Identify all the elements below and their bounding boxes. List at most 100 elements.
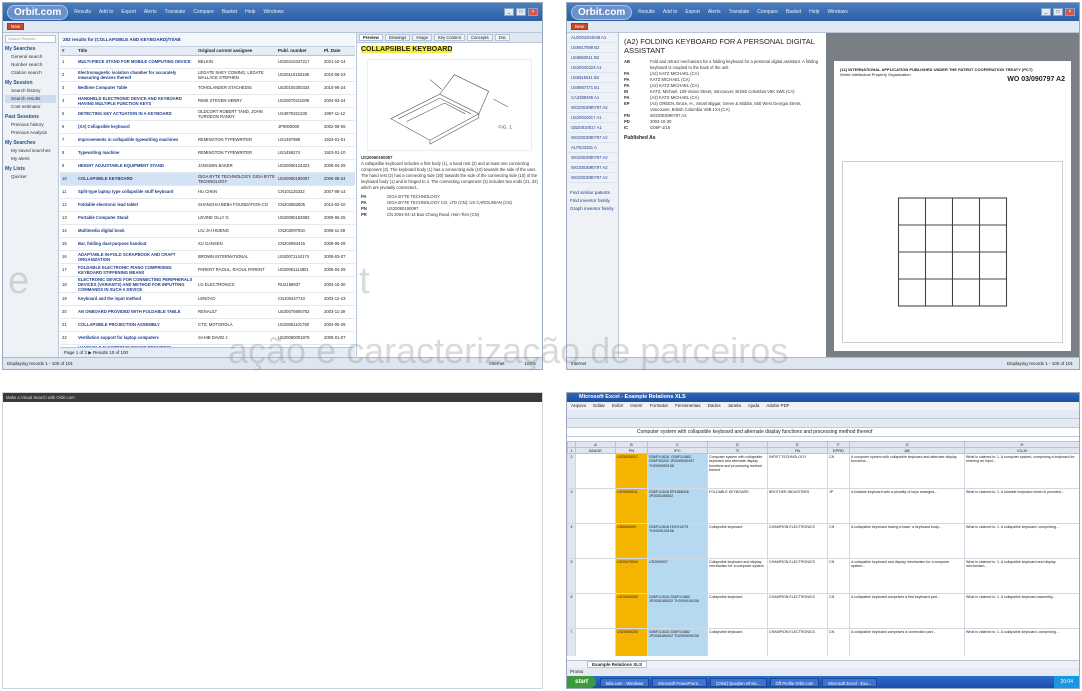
family-member[interactable]: US6853511 B2 <box>567 53 618 63</box>
assignee-cell[interactable]: CHAMPION ELECTRONICS <box>767 628 828 656</box>
family-member[interactable]: GB20010017 A1 <box>567 123 618 133</box>
menu-item[interactable]: Basket <box>786 9 801 15</box>
title-cell[interactable]: FOLDABLE KEYBOARD <box>707 488 768 524</box>
excel-menu-item[interactable]: Ferramentas <box>675 402 701 410</box>
row-header[interactable]: 6 <box>567 593 576 629</box>
preview-tab[interactable]: Preview <box>359 34 383 41</box>
claims-cell[interactable]: What is claimed is: 1. A collapsible key… <box>964 593 1079 629</box>
row-title[interactable]: MULTI-PIECE STAND FOR MOBILE COMPUTING D… <box>76 55 196 69</box>
excel-menu-item[interactable]: Dados <box>708 402 721 410</box>
table-row[interactable]: 14 Multimedia digital book LIU JAI HSIENG C… <box>60 224 355 238</box>
menu-item[interactable]: Help <box>809 9 819 15</box>
abstract-cell[interactable]: A foldable keyboard with a plurality of … <box>849 488 965 524</box>
row-header[interactable]: 4 <box>567 523 576 559</box>
family-member[interactable]: AU7623301 A <box>567 143 618 153</box>
thumbnail-cell[interactable] <box>575 523 616 559</box>
column-header[interactable]: Original current assignee <box>196 47 276 56</box>
row-title[interactable]: Split-type laptop type collapsible stuff… <box>76 185 196 199</box>
taskbar-button[interactable]: [Orbit] Queplan ethnic... <box>710 677 767 687</box>
row-header[interactable]: 7 <box>567 628 576 656</box>
excel-menu-item[interactable]: Ajuda <box>748 402 760 410</box>
pn-cell[interactable]: US20080200 <box>615 628 648 656</box>
pn-cell[interactable]: US20060050 <box>615 593 648 629</box>
ipc-cell[interactable]: G06F1/1616 G06F1/1662 JP2008185002 TH200… <box>647 593 708 629</box>
priority-cell[interactable]: CN <box>827 558 850 594</box>
sidebar-group[interactable]: My Session <box>5 80 56 86</box>
family-member[interactable]: WO2003090797 A2 <box>567 153 618 163</box>
ipc-cell[interactable]: G06F1/1616, G06F1/1662, G06F3/0202 JP200… <box>647 453 708 489</box>
family-member[interactable]: US20010017 A1 <box>567 113 618 123</box>
row-title[interactable]: Keyboard and the input method <box>76 292 196 306</box>
thumbnail-cell[interactable] <box>575 628 616 656</box>
title-cell[interactable]: Collapsible keyboard <box>707 523 768 559</box>
preview-tab[interactable]: Doc <box>494 34 511 41</box>
abstract-cell[interactable]: A collapsible keyboard having a base, a … <box>849 523 965 559</box>
row-title[interactable]: AN ONBOARD PROVIDED WITH FOLDABLE TABLE <box>76 305 196 319</box>
table-row[interactable]: 8 Typewriting machine REMINGTON TYPEWRITER… <box>60 146 355 160</box>
family-member[interactable]: US6915611 B2 <box>567 73 618 83</box>
family-member[interactable]: US6987471 B1 <box>567 83 618 93</box>
assignee-cell[interactable]: CHAMPION ELECTRONICS <box>767 593 828 629</box>
new-button-2[interactable]: New <box>571 23 589 30</box>
family-member[interactable]: AU2004204048 A1 <box>567 33 618 43</box>
excel-menu-item[interactable]: Exibir <box>612 402 623 410</box>
column-header[interactable]: Pl. Date <box>322 47 355 56</box>
table-row[interactable]: 17 FOLDABLE ELECTRONIC PIANO COMPRISING K… <box>60 263 355 277</box>
family-member[interactable]: WO2003090797 A2 <box>567 173 618 183</box>
row-title[interactable]: Multimedia digital book <box>76 224 196 238</box>
excel-menu-item[interactable]: Adobe PDF <box>766 402 789 410</box>
column-header[interactable]: Publ. number <box>276 47 322 56</box>
row-header[interactable]: 5 <box>567 558 576 594</box>
family-link[interactable]: Graph inventor family <box>567 205 618 213</box>
thumbnail-cell[interactable] <box>575 488 616 524</box>
family-member[interactable]: WO2003090797 A2 <box>567 163 618 173</box>
thumbnail-cell[interactable] <box>575 558 616 594</box>
abstract-cell[interactable]: A collapsible keyboard comprises a conne… <box>849 628 965 656</box>
menu-item[interactable]: Results <box>638 9 655 15</box>
menu-item[interactable]: Results <box>74 9 91 15</box>
thumbnail-cell[interactable] <box>575 593 616 629</box>
taskbar-button[interactable]: Off Profile Orbit.com <box>769 677 820 687</box>
priority-cell[interactable]: CN <box>827 593 850 629</box>
results-pager[interactable]: Page 1 of 2 ▶ Results 10 of 100 <box>60 347 355 357</box>
row-title[interactable]: HANDHELD ELECTRONIC DEVICE AND KEYBOARD … <box>76 94 196 108</box>
sidebar-group[interactable]: My Lists <box>5 166 56 172</box>
row-title[interactable]: Electromagnetic isolation chamber for ac… <box>76 68 196 82</box>
table-row[interactable]: 6 (XX) Collapsible keyboard JP0000000 2002-… <box>60 120 355 134</box>
preview-tab[interactable]: Key Content <box>433 34 465 41</box>
preview-tab[interactable]: Drawings <box>384 34 411 41</box>
close-icon[interactable]: × <box>1065 8 1075 16</box>
preview-tab[interactable]: Concepts <box>467 34 493 41</box>
sidebar-group[interactable]: My Searches <box>5 140 56 146</box>
menu-item[interactable]: Export <box>685 9 699 15</box>
row-title[interactable]: Bedtime Computer Table <box>76 81 196 95</box>
priority-cell[interactable]: CN <box>827 628 850 656</box>
taskbar-button[interactable]: Microsoft PowerPoint... <box>652 677 708 687</box>
claims-cell[interactable]: What is claimed is: 1. A collapsible key… <box>964 628 1079 656</box>
row-title[interactable]: DETECTING KEY ACTUATION IN A KEYBOARD <box>76 107 196 121</box>
sidebar-item[interactable]: Search history <box>5 87 56 95</box>
abstract-cell[interactable]: A collapsible keyboard and display mecha… <box>849 558 965 594</box>
taskbar-button[interactable]: Microsoft Excel - Exa... <box>822 677 878 687</box>
menu-item[interactable]: Basket <box>222 9 237 15</box>
family-member[interactable]: US20040223 A1 <box>567 63 618 73</box>
new-button[interactable]: New <box>7 23 25 30</box>
table-row[interactable]: 13 Portable Computer Stand LEVINE OLLY G US… <box>60 211 355 225</box>
table-row[interactable]: 2 Electromagnetic isolation chamber for a… <box>60 68 355 82</box>
table-row[interactable]: 5 DETECTING KEY ACTUATION IN A KEYBOARD OL… <box>60 107 355 121</box>
table-row[interactable]: 7 Improvements in collapsible typewriting… <box>60 133 355 147</box>
sidebar-item[interactable]: Citation search <box>5 69 56 77</box>
table-row[interactable]: 20 AN ONBOARD PROVIDED WITH FOLDABLE TABL… <box>60 305 355 319</box>
table-row[interactable]: 18 ELECTRONIC DEVICE FOR CONNECTING PERIP… <box>60 276 355 293</box>
minimize-icon[interactable]: _ <box>1041 8 1051 16</box>
sidebar-group[interactable]: Past Sessions <box>5 114 56 120</box>
table-row[interactable]: 22 Ventilation support for laptop compute… <box>60 331 355 345</box>
menu-item[interactable]: Translate <box>165 9 186 15</box>
row-header[interactable]: 3 <box>567 488 576 524</box>
claims-cell[interactable]: What is claimed is: 1. A foldable keyboa… <box>964 488 1079 524</box>
row-title[interactable]: Typewriting machine <box>76 146 196 160</box>
excel-menu-item[interactable]: Arquivo <box>571 402 586 410</box>
title-cell[interactable]: Collapsible keyboard <box>707 628 768 656</box>
menu-item[interactable]: Add to <box>663 9 677 15</box>
taskbar-button[interactable]: leila.com - Windows <box>600 677 650 687</box>
